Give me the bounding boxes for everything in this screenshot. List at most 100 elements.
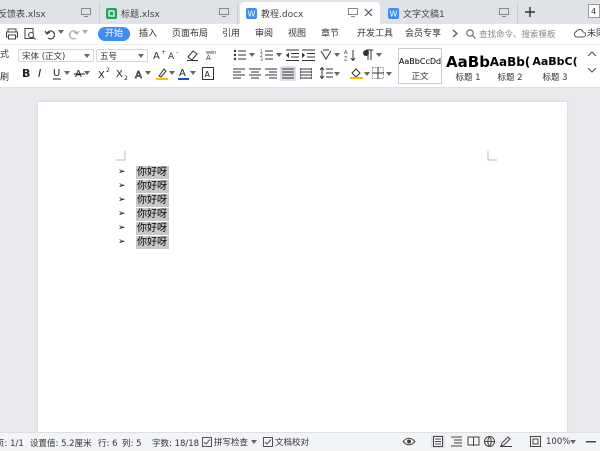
- superscript-icon[interactable]: X2: [98, 67, 112, 80]
- font-name-select[interactable]: 宋体 (正文): [18, 49, 94, 62]
- reading-view-icon[interactable]: [467, 436, 480, 447]
- chevron-down-icon[interactable]: [570, 440, 576, 444]
- proofread-button[interactable]: 文档校对: [263, 436, 309, 448]
- cloud-sync-icon[interactable]: [573, 28, 586, 39]
- clear-format-icon[interactable]: [186, 49, 199, 61]
- increase-indent-icon[interactable]: [302, 49, 315, 61]
- list-item-text[interactable]: 你好呀: [136, 165, 169, 179]
- tab-text-doc-1[interactable]: W 文字文稿1: [382, 2, 518, 24]
- fit-page-icon[interactable]: [530, 436, 541, 447]
- eye-protection-icon[interactable]: [402, 436, 416, 447]
- write-mode-icon[interactable]: [500, 436, 512, 447]
- decrease-font-icon[interactable]: A-: [168, 49, 181, 61]
- char-border-icon[interactable]: A: [202, 67, 214, 80]
- menu-page-layout[interactable]: 页面布局: [172, 27, 208, 41]
- spell-check-button[interactable]: 拼写检查: [202, 436, 258, 448]
- chevron-down-icon[interactable]: [364, 72, 370, 76]
- align-right-icon[interactable]: [265, 68, 277, 79]
- web-view-icon[interactable]: [484, 436, 495, 447]
- menu-home[interactable]: 开始: [98, 27, 131, 41]
- pinyin-guide-icon[interactable]: wén A: [204, 49, 216, 61]
- chevron-down-icon[interactable]: [334, 53, 340, 57]
- list-item[interactable]: ➢ 你好呀: [118, 221, 169, 235]
- status-word-count[interactable]: 字数: 18/18: [152, 437, 199, 449]
- bold-icon[interactable]: B: [22, 67, 30, 80]
- decrease-indent-icon[interactable]: [286, 49, 299, 61]
- menu-developer-tools[interactable]: 开发工具: [357, 27, 393, 41]
- pin-icon[interactable]: [499, 8, 509, 17]
- list-item[interactable]: ➢ 你好呀: [118, 235, 169, 249]
- chevron-down-icon[interactable]: [276, 53, 282, 57]
- chevron-down-icon[interactable]: [249, 53, 255, 57]
- text-effect-icon[interactable]: A: [134, 67, 145, 80]
- subscript-icon[interactable]: X2: [116, 67, 130, 80]
- font-color-icon[interactable]: A: [178, 67, 189, 80]
- close-icon[interactable]: [364, 8, 373, 17]
- list-item-text[interactable]: 你好呀: [136, 207, 169, 221]
- menu-review[interactable]: 审阅: [255, 27, 273, 41]
- chevron-down-icon[interactable]: [376, 53, 382, 57]
- document-page[interactable]: ➢ 你好呀 ➢ 你好呀 ➢ 你好呀 ➢ 你好呀 ➢ 你好呀 ➢ 你好呀: [38, 102, 567, 442]
- chevron-down-icon[interactable]: [58, 30, 64, 35]
- vertical-scrollbar[interactable]: [591, 88, 600, 432]
- italic-icon[interactable]: I: [38, 67, 41, 80]
- style-heading-3[interactable]: AaBbC( 标题 3: [532, 48, 578, 84]
- chinese-layout-icon[interactable]: [320, 49, 332, 61]
- chevron-down-icon[interactable]: [84, 71, 90, 75]
- align-left-icon[interactable]: [233, 68, 245, 79]
- align-center-icon[interactable]: [249, 68, 261, 79]
- page-view-icon[interactable]: [431, 435, 445, 448]
- tab-feedback-xlsx[interactable]: 反馈表.xlsx: [0, 2, 100, 24]
- print-icon[interactable]: [6, 28, 18, 40]
- list-item-text[interactable]: 你好呀: [136, 221, 169, 235]
- font-size-select[interactable]: 五号: [96, 49, 148, 62]
- menu-insert[interactable]: 插入: [139, 27, 157, 41]
- outline-view-icon[interactable]: [451, 436, 462, 447]
- zoom-level[interactable]: 100%: [546, 437, 570, 447]
- shading-icon[interactable]: [350, 67, 363, 79]
- line-spacing-icon[interactable]: [320, 67, 333, 79]
- list-item[interactable]: ➢ 你好呀: [118, 165, 169, 179]
- justify-icon[interactable]: [280, 66, 296, 81]
- list-item[interactable]: ➢ 你好呀: [118, 179, 169, 193]
- pin-icon[interactable]: [348, 8, 358, 17]
- chevron-right-icon[interactable]: [452, 29, 458, 38]
- tab-tutorial-docx[interactable]: W 教程.docx: [240, 2, 380, 24]
- numbered-list-icon[interactable]: 123: [260, 49, 274, 61]
- style-normal[interactable]: AaBbCcDd 正文: [398, 48, 442, 84]
- chevron-down-icon[interactable]: [190, 71, 196, 75]
- menu-chapter[interactable]: 章节: [321, 27, 339, 41]
- menu-references[interactable]: 引用: [222, 27, 240, 41]
- list-item-text[interactable]: 你好呀: [136, 179, 169, 193]
- print-preview-icon[interactable]: [24, 28, 36, 40]
- menu-member-exclusive[interactable]: 会员专享: [405, 27, 441, 41]
- chevron-up-icon[interactable]: [588, 51, 596, 57]
- status-page[interactable]: 页: 1/1: [0, 437, 24, 449]
- sort-icon[interactable]: AZ: [344, 49, 356, 61]
- style-heading-2[interactable]: AaBb( 标题 2: [488, 48, 532, 84]
- underline-icon[interactable]: U: [52, 67, 63, 80]
- zoom-out-icon[interactable]: [586, 441, 596, 443]
- chevron-down-icon[interactable]: [588, 67, 596, 73]
- list-item[interactable]: ➢ 你好呀: [118, 207, 169, 221]
- unsaved-label[interactable]: 未同: [587, 27, 600, 41]
- chevron-down-icon[interactable]: [82, 30, 88, 35]
- borders-icon[interactable]: [372, 67, 384, 79]
- pin-icon[interactable]: [219, 8, 229, 17]
- list-item[interactable]: ➢ 你好呀: [118, 193, 169, 207]
- chevron-down-icon[interactable]: [169, 71, 175, 75]
- list-item-text[interactable]: 你好呀: [136, 235, 169, 249]
- tab-title-xlsx[interactable]: 标题.xlsx: [100, 2, 238, 24]
- redo-icon[interactable]: [68, 28, 80, 40]
- show-marks-icon[interactable]: [362, 49, 374, 61]
- chevron-down-icon[interactable]: [334, 72, 340, 76]
- new-tab-icon[interactable]: [522, 4, 538, 20]
- chevron-down-icon[interactable]: [386, 72, 392, 76]
- undo-icon[interactable]: [44, 28, 56, 40]
- chevron-down-icon[interactable]: [64, 71, 70, 75]
- bullet-list-icon[interactable]: [233, 49, 247, 61]
- distributed-align-icon[interactable]: [300, 68, 312, 79]
- paste-label-cut[interactable]: 刷: [0, 70, 9, 83]
- highlight-marker-icon[interactable]: [156, 67, 168, 80]
- style-heading-1[interactable]: AaBb 标题 1: [444, 48, 492, 84]
